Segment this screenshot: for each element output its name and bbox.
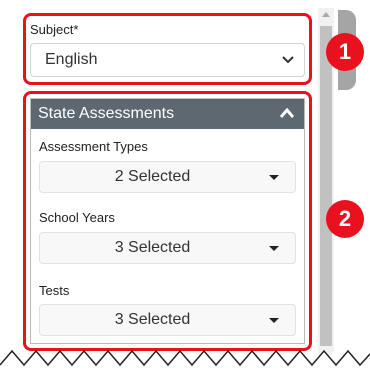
scrollbar-thumb[interactable] (320, 26, 332, 346)
torn-edge (0, 349, 370, 367)
state-assessments-highlight (23, 91, 312, 351)
callout-badge-1: 1 (326, 33, 364, 71)
callout-badge-2: 2 (326, 200, 364, 238)
scroll-up-arrow-icon[interactable] (322, 12, 330, 17)
subject-highlight (23, 13, 312, 85)
